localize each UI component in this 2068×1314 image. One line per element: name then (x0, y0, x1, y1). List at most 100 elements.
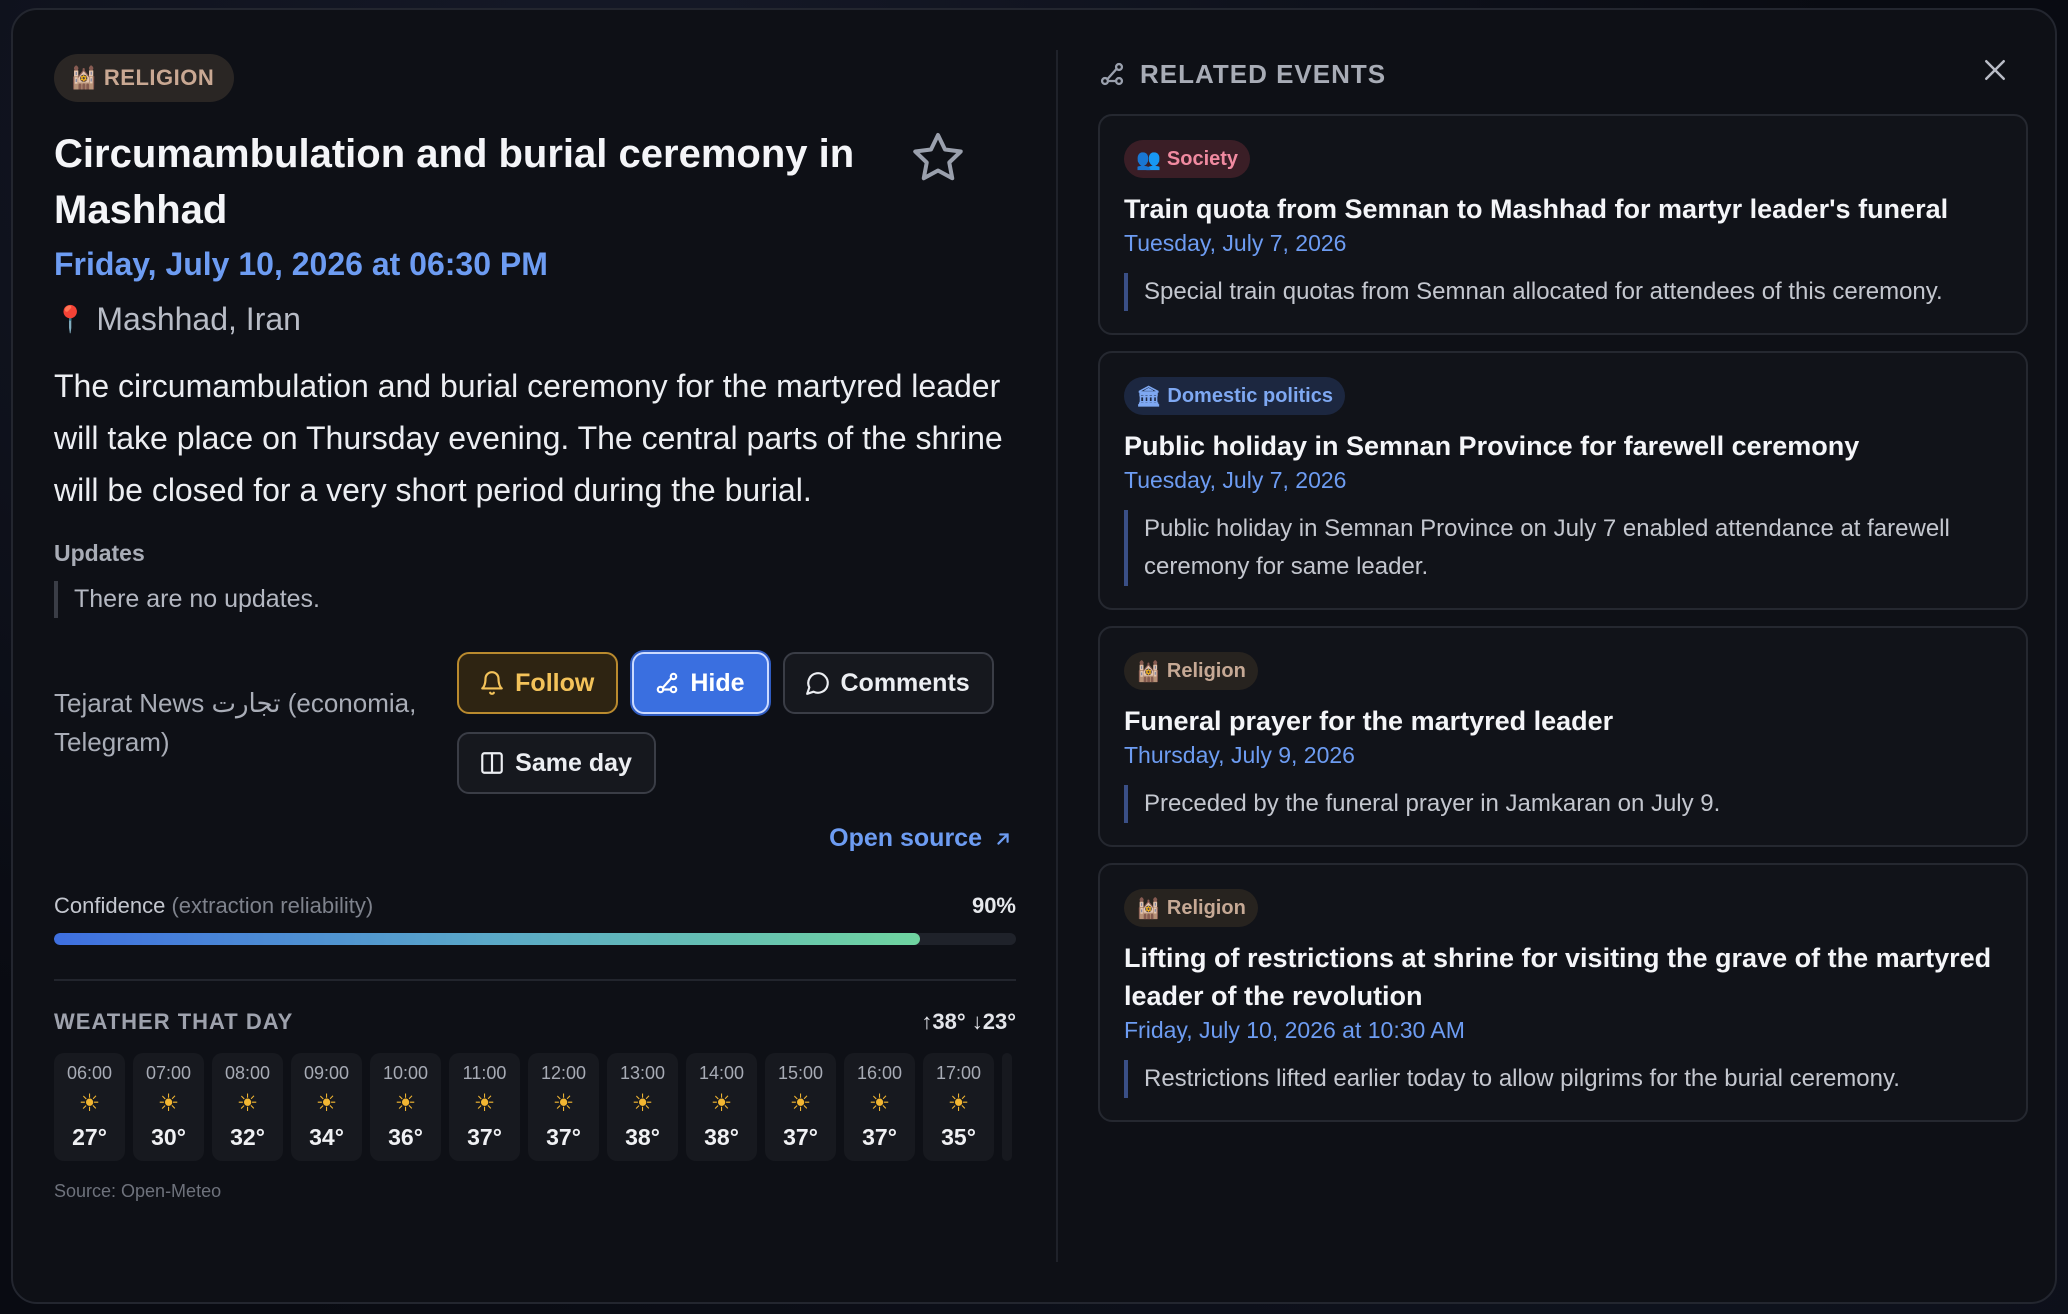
weather-high-low: ↑38° ↓23° (921, 1009, 1016, 1034)
event-date: Friday, July 10, 2026 at 06:30 PM (54, 246, 548, 282)
hourly-forecast[interactable]: 06:00 ☀ 27° 07:00 ☀ 30° 08:00 ☀ 32° 09:00 ☀ 34° 10:0… (54, 1053, 1016, 1161)
event-location: 📍 Mashhad, Iran (54, 301, 1016, 338)
category-icon: 🕍 (1136, 897, 1161, 920)
related-event-title: Train quota from Semnan to Mashhad for m… (1124, 194, 1949, 224)
sun-icon: ☀ (315, 1090, 338, 1117)
hour-tile: 11:00 ☀ 37° (449, 1053, 520, 1161)
related-event-title: Public holiday in Semnan Province for fa… (1124, 431, 1860, 461)
hour-temp: 32° (230, 1124, 265, 1150)
hour-time: 15:00 (777, 1063, 824, 1083)
event-detail-modal: 🕍 RELIGION Circumambulation and burial c… (11, 8, 2057, 1304)
related-event-date: Tuesday, July 7, 2026 (1124, 230, 1347, 256)
hour-time: 08:00 (224, 1063, 271, 1083)
follow-button[interactable]: Follow (457, 652, 619, 714)
section-divider (54, 979, 1016, 981)
location-text: Mashhad, Iran (96, 301, 301, 337)
follow-label: Follow (515, 668, 595, 697)
hour-temp: 37° (546, 1124, 581, 1150)
confidence-label: Confidence (54, 893, 166, 918)
updates-text: There are no updates. (54, 581, 1016, 618)
category-icon: 🕍 (1136, 660, 1161, 683)
hour-tile: 16:00 ☀ 37° (844, 1053, 915, 1161)
hour-temp: 35° (941, 1124, 976, 1150)
hour-tile: 12:00 ☀ 37° (528, 1053, 599, 1161)
map-pin-icon: 📍 (54, 304, 87, 334)
hour-temp: 38° (625, 1124, 660, 1150)
hide-button[interactable]: Hide (632, 652, 769, 714)
hour-time: 06:00 (66, 1063, 113, 1083)
related-event-description: Preceded by the funeral prayer in Jamkar… (1124, 785, 2002, 823)
source-name: Tejarat News تجارت (economia, Telegram) (54, 688, 417, 757)
hour-time: 09:00 (303, 1063, 350, 1083)
category-badge: 🕍 Religion (1124, 652, 1258, 690)
sun-icon: ☀ (473, 1090, 496, 1117)
hour-time: 13:00 (619, 1063, 666, 1083)
related-event-description: Public holiday in Semnan Province on Jul… (1124, 510, 2002, 586)
hide-label: Hide (690, 668, 745, 697)
hour-time: 16:00 (856, 1063, 903, 1083)
hour-tile: 06:00 ☀ 27° (54, 1053, 125, 1161)
related-heading-label: RELATED EVENTS (1140, 58, 1387, 89)
sun-icon: ☀ (947, 1090, 970, 1117)
hour-tile: 15:00 ☀ 37° (765, 1053, 836, 1161)
hour-time: 11:00 (462, 1063, 507, 1083)
category-label: Domestic politics (1167, 384, 1333, 407)
column-divider (1056, 50, 1058, 1262)
external-arrow-icon (997, 832, 1009, 845)
bell-icon (481, 671, 503, 695)
related-event-title: Funeral prayer for the martyred leader (1124, 706, 1614, 736)
related-events: RELATED EVENTS 👥 Society Train quota from … (1098, 54, 2028, 1122)
category-label: Religion (1166, 896, 1246, 919)
same-day-button[interactable]: Same day (457, 732, 656, 794)
related-event-card[interactable]: 👥 Society Train quota from Semnan to Mashh… (1098, 114, 2028, 335)
open-source-link[interactable]: Open source (54, 824, 1016, 853)
category-badge: 🕍 RELIGION (54, 54, 235, 102)
category-icon: 👥 (1136, 148, 1161, 171)
star-icon[interactable] (908, 128, 968, 188)
hour-time: 12:00 (540, 1063, 587, 1083)
weather-source: Source: Open-Meteo (54, 1181, 222, 1201)
link-nodes-icon (1100, 62, 1124, 86)
category-badge: 🏛 Domestic politics (1124, 377, 1345, 415)
updates-heading: Updates (54, 540, 145, 566)
hour-temp: 38° (704, 1124, 739, 1150)
event-title: Circumambulation and burial ceremony in … (54, 132, 855, 232)
hour-temp: 34° (309, 1124, 344, 1150)
hour-tile: 17:00 ☀ 35° (923, 1053, 994, 1161)
comments-label: Comments (840, 668, 970, 697)
sun-icon: ☀ (78, 1090, 101, 1117)
hour-time: 14:00 (698, 1063, 745, 1083)
hour-tile: 08:00 ☀ 32° (212, 1053, 283, 1161)
category-badge: 🕍 Religion (1124, 889, 1258, 927)
related-event-description: Special train quotas from Semnan allocat… (1124, 273, 2002, 311)
related-event-date: Tuesday, July 7, 2026 (1124, 467, 1347, 493)
related-event-card[interactable]: 🏛 Domestic politics Public holiday in Semn… (1098, 351, 2028, 610)
hour-time: 10:00 (382, 1063, 429, 1083)
event-details: 🕍 RELIGION Circumambulation and burial c… (54, 54, 1016, 1202)
hour-tile: 10:00 ☀ 36° (370, 1053, 441, 1161)
category-label: RELIGION (103, 65, 215, 90)
hour-temp: 27° (72, 1124, 107, 1150)
same-day-label: Same day (515, 748, 632, 777)
related-events-list: 👥 Society Train quota from Semnan to Mashh… (1098, 114, 2028, 1122)
related-event-date: Friday, July 10, 2026 at 10:30 AM (1124, 1017, 1465, 1043)
related-event-card[interactable]: 🕍 Religion Funeral prayer for the martyred… (1098, 626, 2028, 847)
confidence-bar (54, 933, 1016, 945)
sun-icon: ☀ (552, 1090, 575, 1117)
speech-bubble-icon (805, 672, 829, 695)
related-event-date: Thursday, July 9, 2026 (1124, 742, 1355, 768)
hour-tile: 13:00 ☀ 38° (607, 1053, 678, 1161)
comments-button[interactable]: Comments (782, 652, 994, 714)
hour-temp: 30° (151, 1124, 186, 1150)
sun-icon: ☀ (789, 1090, 812, 1117)
hour-temp: 36° (388, 1124, 423, 1150)
related-event-title: Lifting of restrictions at shrine for vi… (1124, 943, 1992, 1011)
related-event-card[interactable]: 🕍 Religion Lifting of restrictions at shri… (1098, 863, 2028, 1122)
sun-icon: ☀ (868, 1090, 891, 1117)
hour-tile: 14:00 ☀ 38° (686, 1053, 757, 1161)
related-events-heading: RELATED EVENTS (1098, 54, 2028, 94)
category-label: Religion (1166, 659, 1246, 682)
hour-tile: 09:00 ☀ 34° (291, 1053, 362, 1161)
open-source-label: Open source (829, 824, 982, 852)
weather-title: WEATHER THAT DAY (54, 1009, 294, 1034)
